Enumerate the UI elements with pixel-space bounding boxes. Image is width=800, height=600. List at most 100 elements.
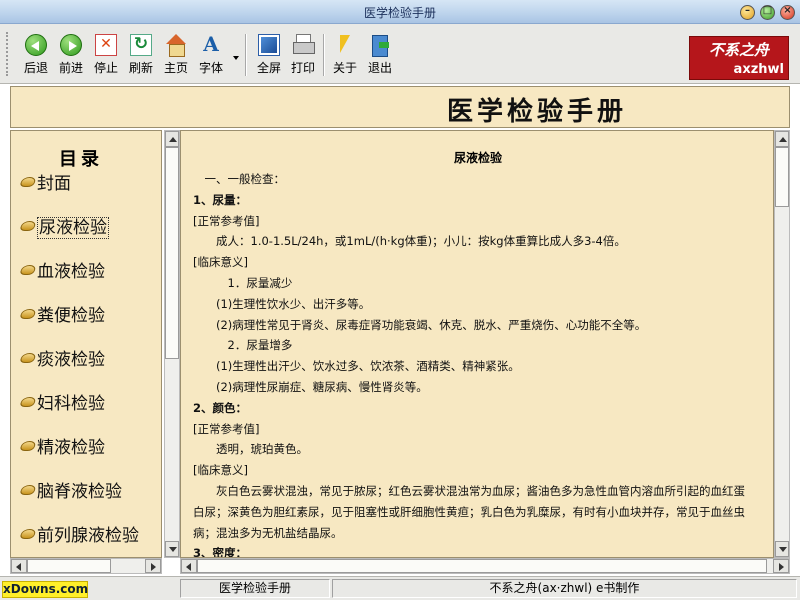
toolbar-grip[interactable] xyxy=(6,32,10,76)
toc-item-blood[interactable]: 血液检验 xyxy=(19,257,105,282)
close-icon: × xyxy=(783,5,792,16)
book-bullet-icon xyxy=(19,396,37,407)
book-bullet-icon xyxy=(19,264,37,275)
about-label: 关于 xyxy=(332,61,357,75)
content-line: 灰白色云雾状混浊，常见于脓尿；红色云雾状混浊常为血尿；酱油色多为急性血管内溶血所… xyxy=(193,484,745,498)
toolbar-separator xyxy=(245,34,247,76)
toc-item-gynecology[interactable]: 妇科检验 xyxy=(19,389,105,414)
content-line: 1、尿量： xyxy=(193,193,248,207)
maximize-button[interactable]: □ xyxy=(760,5,775,20)
scroll-up-icon[interactable] xyxy=(775,131,789,147)
printer-icon xyxy=(292,34,315,56)
toc-item-cover[interactable]: 封面 xyxy=(19,169,71,194)
print-button[interactable]: 打印 xyxy=(286,30,320,78)
back-arrow-icon xyxy=(25,34,47,56)
toc-item-stool[interactable]: 粪便检验 xyxy=(19,301,105,326)
book-bullet-icon xyxy=(19,528,37,539)
font-label: 字体 xyxy=(198,61,223,75)
scroll-right-icon[interactable] xyxy=(773,559,789,573)
exit-label: 退出 xyxy=(367,61,392,75)
content-title: 尿液检验 xyxy=(453,151,502,165)
scroll-thumb[interactable] xyxy=(197,559,767,573)
back-button[interactable]: 后退 xyxy=(19,30,53,78)
font-icon xyxy=(200,32,222,56)
book-header: 医学检验手册 xyxy=(10,86,790,128)
book-bullet-icon xyxy=(19,440,37,451)
content-line: (1)生理性饮水少、出汗多等。 xyxy=(193,297,371,311)
close-button[interactable]: × xyxy=(780,5,795,20)
refresh-button[interactable]: 刷新 xyxy=(124,30,158,78)
refresh-label: 刷新 xyxy=(128,61,153,75)
minimize-icon: – xyxy=(745,5,750,16)
content-line: 2．尿量增多 xyxy=(193,338,293,352)
content-line: 2、颜色： xyxy=(193,401,248,415)
scroll-left-icon[interactable] xyxy=(11,559,27,573)
window-title: 医学检验手册 xyxy=(363,6,436,20)
toc-item-prostate[interactable]: 前列腺液检验 xyxy=(19,521,139,546)
content-line: (2)病理性常见于肾炎、尿毒症肾功能衰竭、休克、脱水、严重烧伤、心功能不全等。 xyxy=(193,318,647,332)
content-line: [正常参考值] xyxy=(193,422,260,436)
book-bullet-icon xyxy=(19,308,37,319)
scroll-down-icon[interactable] xyxy=(775,541,789,557)
status-panel-title: 医学检验手册 xyxy=(180,579,330,598)
content-line: [正常参考值] xyxy=(193,214,260,228)
forward-label: 前进 xyxy=(58,61,83,75)
status-bar: xDowns.com 医学检验手册 不系之舟(ax·zhwl) e书制作 xyxy=(0,576,800,600)
toc-item-semen[interactable]: 精液检验 xyxy=(19,433,105,458)
fullscreen-icon xyxy=(258,34,280,56)
toc-horizontal-scrollbar[interactable] xyxy=(10,558,162,574)
toc-item-sputum[interactable]: 痰液检验 xyxy=(19,345,105,370)
book-bullet-icon xyxy=(19,484,37,495)
toolbar: 后退 前进 停止 刷新 主页 字体 全屏 打印 关于 退出 不系之舟 ax xyxy=(0,24,800,84)
home-icon xyxy=(165,34,187,57)
toc-vertical-scrollbar[interactable] xyxy=(164,130,180,558)
book-title: 医学检验手册 xyxy=(447,97,628,127)
scroll-up-icon[interactable] xyxy=(165,131,179,147)
fullscreen-button[interactable]: 全屏 xyxy=(252,30,286,78)
scroll-left-icon[interactable] xyxy=(181,559,197,573)
content-line: 白尿；深黄色为胆红素尿，见于阻塞性或肝细胞性黄疸；乳白色为乳糜尿，有时有小血块并… xyxy=(193,505,745,519)
toc-title: 目录 xyxy=(59,149,103,170)
toc-item-csf[interactable]: 脑脊液检验 xyxy=(19,477,122,502)
home-button[interactable]: 主页 xyxy=(159,30,193,78)
font-button[interactable]: 字体 xyxy=(194,30,228,78)
scroll-right-icon[interactable] xyxy=(145,559,161,573)
fullscreen-label: 全屏 xyxy=(256,61,281,75)
minimize-button[interactable]: – xyxy=(740,5,755,20)
book-bullet-icon xyxy=(19,220,37,231)
back-label: 后退 xyxy=(23,61,48,75)
exit-icon xyxy=(369,34,391,57)
stop-icon xyxy=(95,34,117,56)
content-pane: 尿液检验 一、一般检查： 1、尿量： [正常参考值] 成人：1.0-1.5L/24h… xyxy=(180,130,774,558)
content-line: 病；混浊多为无机盐结晶尿。 xyxy=(193,526,343,540)
site-badge: xDowns.com xyxy=(2,581,89,598)
content-horizontal-scrollbar[interactable] xyxy=(180,558,790,574)
scroll-thumb[interactable] xyxy=(775,147,789,207)
content-vertical-scrollbar[interactable] xyxy=(774,130,790,558)
scroll-thumb[interactable] xyxy=(27,559,111,573)
content-line: 透明，琥珀黄色。 xyxy=(193,442,308,456)
toolbar-separator xyxy=(323,34,325,76)
refresh-icon xyxy=(130,34,152,56)
content-line: [临床意义] xyxy=(193,463,248,477)
maximize-icon: □ xyxy=(762,5,773,16)
about-button[interactable]: 关于 xyxy=(328,30,362,78)
content-line: (1)生理性出汗少、饮水过多、饮浓茶、酒精类、精神紧张。 xyxy=(193,359,520,373)
print-label: 打印 xyxy=(290,61,315,75)
content-line: 成人：1.0-1.5L/24h，或1mL/(h·kg体重)；小儿：按kg体重算比… xyxy=(193,234,626,248)
logo-text-cn: 不系之舟 xyxy=(708,41,769,59)
stop-label: 停止 xyxy=(93,61,118,75)
exit-button[interactable]: 退出 xyxy=(363,30,397,78)
scroll-thumb[interactable] xyxy=(165,147,179,359)
stop-button[interactable]: 停止 xyxy=(89,30,123,78)
logo-text-en: axzhwl xyxy=(733,62,784,77)
book-bullet-icon xyxy=(19,176,37,187)
scroll-down-icon[interactable] xyxy=(165,541,179,557)
home-label: 主页 xyxy=(163,61,188,75)
title-bar: 医学检验手册 – □ × xyxy=(0,0,800,24)
toc-item-urine[interactable]: 尿液检验 xyxy=(19,213,109,239)
book-bullet-icon xyxy=(19,352,37,363)
forward-button[interactable]: 前进 xyxy=(54,30,88,78)
font-dropdown-icon[interactable] xyxy=(233,56,239,60)
content-line: (2)病理性尿崩症、糖尿病、慢性肾炎等。 xyxy=(193,380,428,394)
